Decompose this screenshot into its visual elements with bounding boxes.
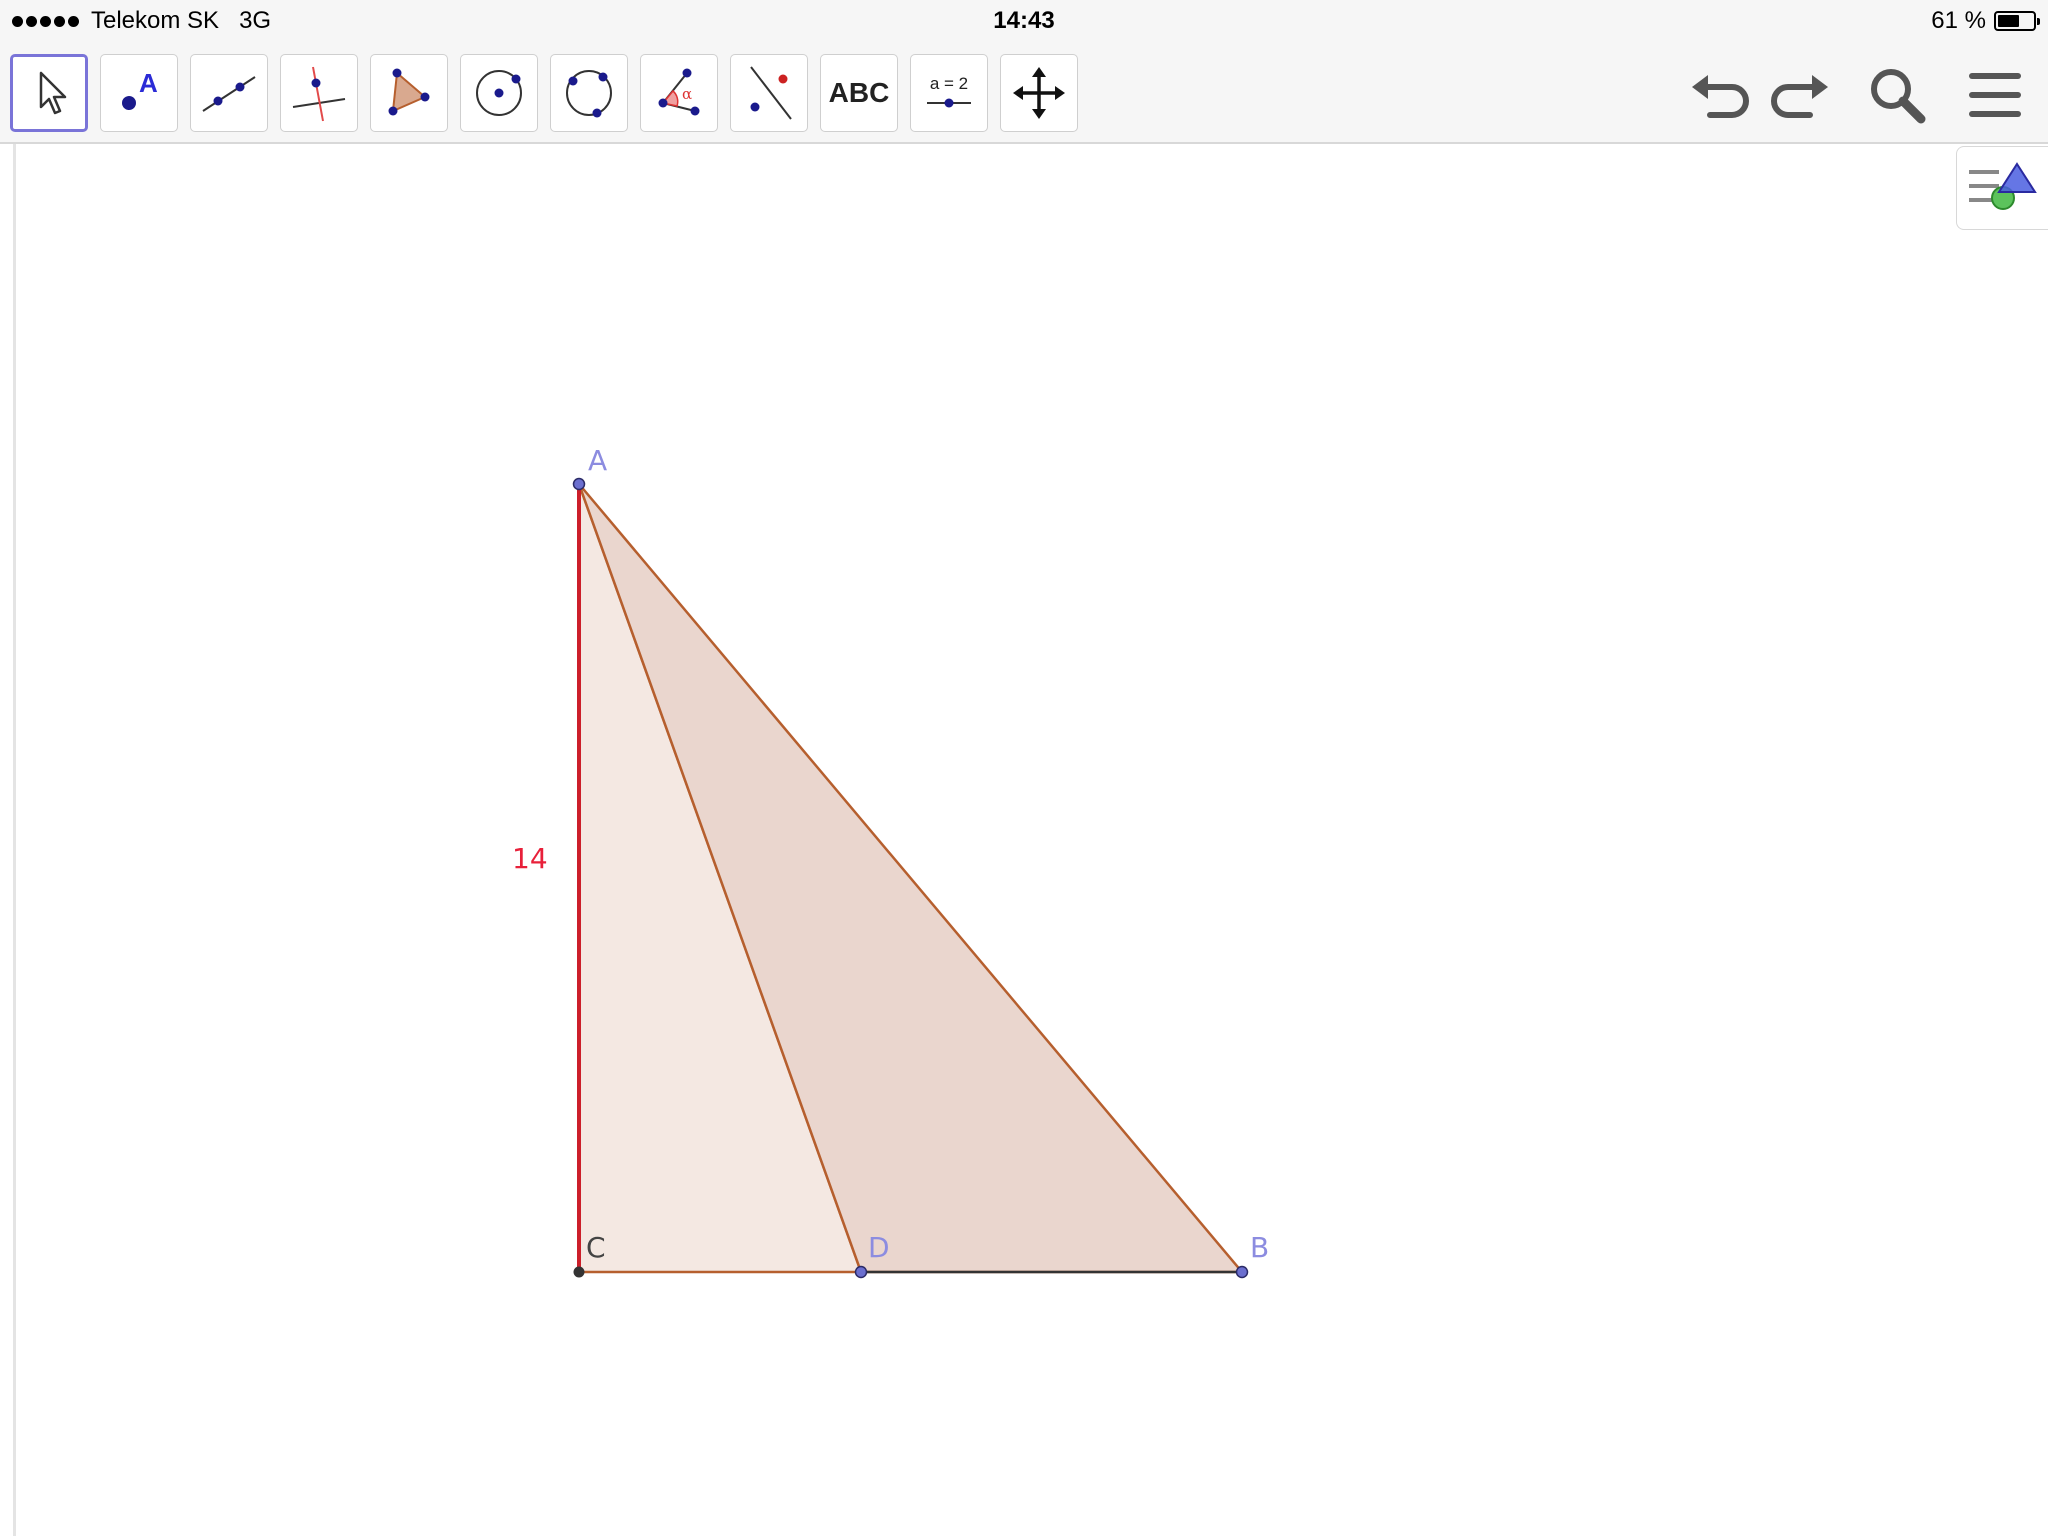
menu-button[interactable] — [1960, 60, 2030, 130]
circle-three-points-icon — [566, 70, 612, 118]
perpendicular-line-tool[interactable] — [280, 54, 358, 132]
battery-icon — [1994, 11, 2040, 31]
circle-center-point-icon — [476, 70, 522, 116]
text-icon: ABC — [828, 77, 890, 108]
point-d[interactable] — [854, 1265, 868, 1279]
reflect-about-line-icon — [750, 66, 792, 120]
angle-tool[interactable]: α — [640, 54, 718, 132]
polygon-icon — [388, 68, 430, 116]
slider-tool[interactable]: a = 2 — [910, 54, 988, 132]
construction-drawing: A C D B 14 — [512, 444, 1269, 1279]
slider-tool-label: a = 2 — [930, 74, 968, 93]
point-d-label: D — [868, 1231, 890, 1264]
move-tool[interactable] — [10, 54, 88, 132]
graphics-view[interactable]: A C D B 14 — [0, 144, 2048, 1536]
text-tool[interactable]: ABC — [820, 54, 898, 132]
battery-percent: 61 % — [1931, 7, 1986, 34]
point-tool-label: A — [139, 68, 158, 98]
toolbar: A α ABC a = 2 — [0, 42, 2048, 144]
circle-three-points-tool[interactable] — [550, 54, 628, 132]
clock: 14:43 — [993, 7, 1055, 34]
redo-button[interactable] — [1765, 60, 1835, 130]
angle-tool-label: α — [682, 85, 692, 103]
arrow-pointer-icon — [39, 71, 67, 115]
battery-level-fill — [1998, 15, 2019, 27]
perpendicular-line-icon — [292, 66, 346, 122]
line-through-points-icon — [202, 76, 256, 112]
point-a[interactable] — [572, 477, 586, 491]
status-bar: Telekom SK 3G 14:43 61 % — [0, 0, 2048, 42]
point-c-label: C — [586, 1231, 606, 1264]
search-button[interactable] — [1862, 60, 1932, 130]
redo-icon — [1771, 75, 1828, 118]
line-tool[interactable] — [190, 54, 268, 132]
undo-button[interactable] — [1685, 60, 1755, 130]
reflect-tool[interactable] — [730, 54, 808, 132]
point-a-label: A — [588, 444, 607, 477]
point-tool[interactable]: A — [100, 54, 178, 132]
point-b-label: B — [1250, 1231, 1269, 1264]
move-arrows-icon — [1013, 67, 1065, 119]
slider-icon: a = 2 — [927, 74, 971, 108]
point-icon: A — [122, 68, 158, 110]
undo-icon — [1692, 75, 1749, 118]
polygon-tool[interactable] — [370, 54, 448, 132]
status-right: 61 % — [1931, 7, 2040, 35]
angle-icon: α — [658, 68, 700, 116]
segment-ac-length-label: 14 — [512, 842, 548, 875]
point-b[interactable] — [1235, 1265, 1249, 1279]
circle-tool[interactable] — [460, 54, 538, 132]
search-icon — [1871, 69, 1926, 124]
move-graphics-view-tool[interactable] — [1000, 54, 1078, 132]
hamburger-menu-icon — [1969, 73, 2021, 117]
point-c[interactable] — [573, 1266, 585, 1278]
